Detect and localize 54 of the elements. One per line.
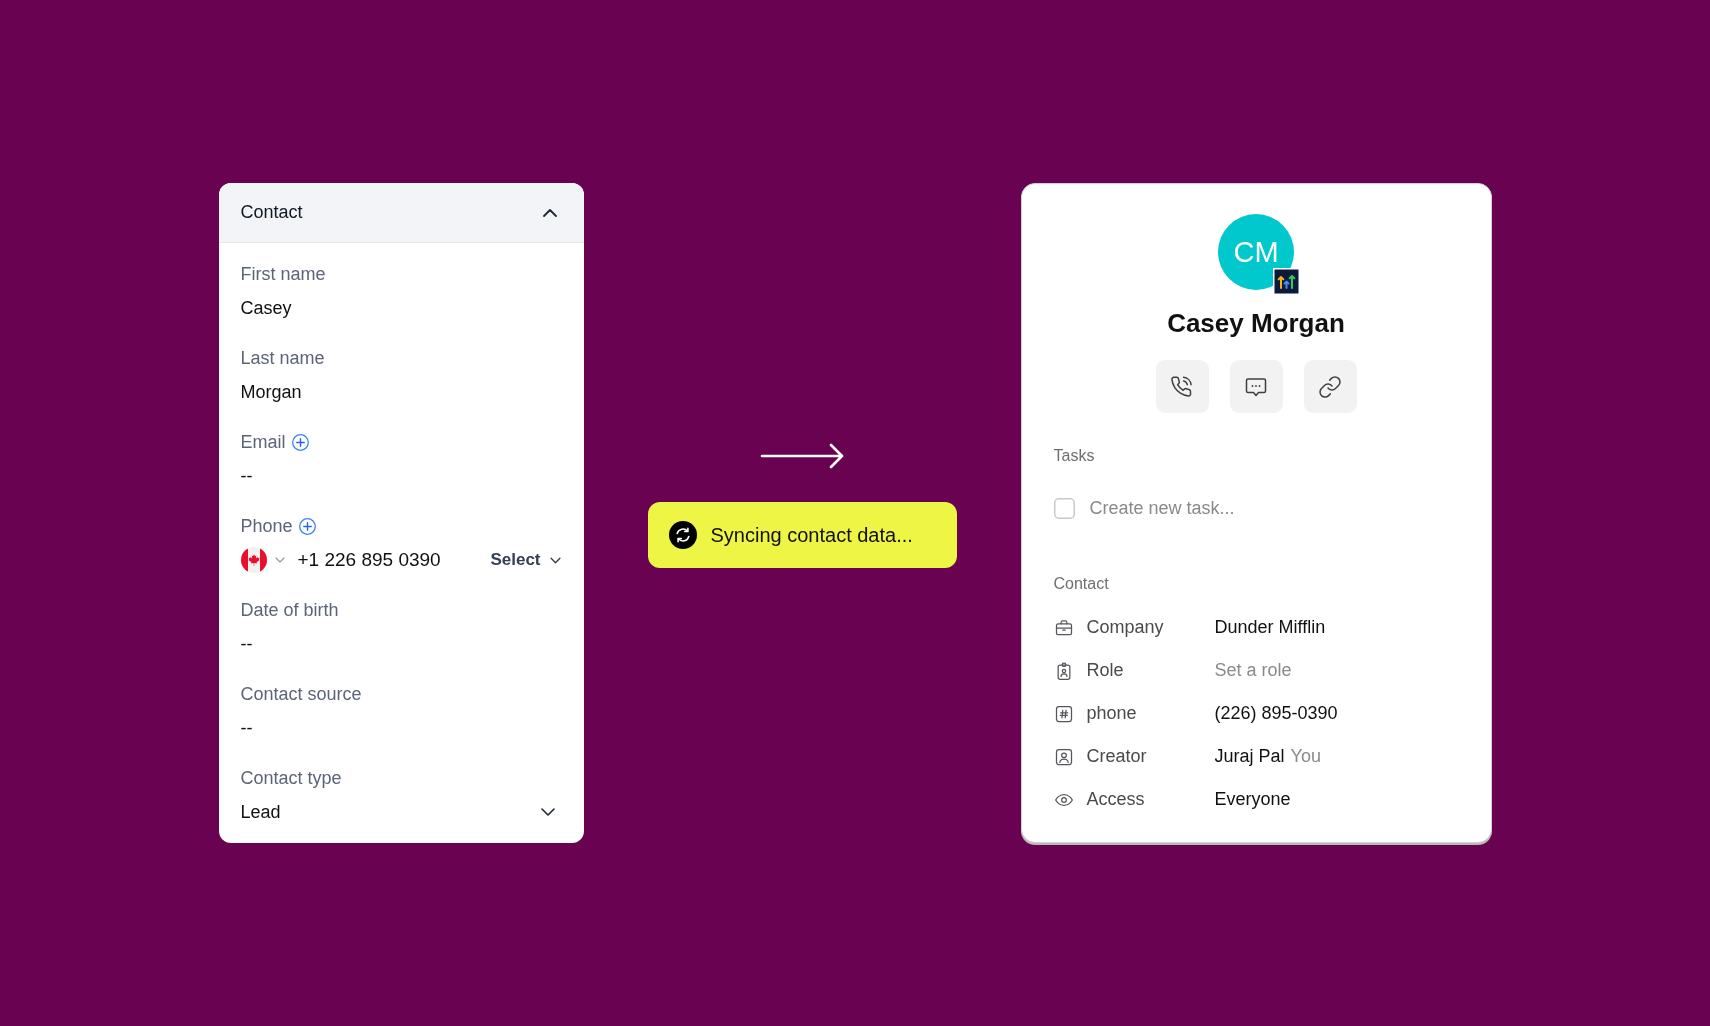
field-label: Contact source (240, 683, 362, 706)
arrows-logo-icon (1273, 268, 1300, 295)
link-icon (1318, 374, 1342, 399)
panel-header[interactable]: Contact (218, 183, 584, 243)
field-value: -- (240, 465, 253, 488)
country-select[interactable] (240, 547, 285, 573)
sync-icon (668, 521, 697, 549)
plus-circle-icon[interactable] (298, 517, 316, 535)
field-label: Date of birth (240, 599, 339, 622)
field-label: First name (240, 263, 326, 286)
detail-label: Company (1086, 617, 1165, 638)
phone-number: +1 226 895 0390 (297, 548, 441, 572)
detail-label: Role (1086, 660, 1125, 681)
arrow-right-icon (759, 442, 845, 470)
field-label: Phone (240, 515, 293, 538)
contact-type-select[interactable]: Lead (240, 800, 562, 824)
section-label: Contact (1053, 574, 1109, 594)
panel-title: Contact (240, 202, 303, 223)
flag-icon (240, 547, 267, 573)
person-icon (1053, 746, 1074, 767)
avatar: CM (1218, 214, 1294, 290)
plus-circle-icon[interactable] (291, 433, 309, 451)
section-label: Tasks (1053, 446, 1095, 466)
detail-label: Creator (1086, 746, 1148, 767)
field-label: Last name (240, 347, 325, 370)
briefcase-icon (1053, 617, 1074, 638)
hash-icon (1053, 703, 1074, 724)
detail-label: Access (1086, 789, 1146, 810)
chevron-up-icon[interactable] (542, 208, 557, 217)
type-select[interactable]: Select (490, 550, 562, 570)
chevron-down-icon (540, 808, 555, 816)
detail-value: (226) 895-0390 (1214, 703, 1338, 724)
field-value: Morgan (240, 381, 302, 404)
field-label: Email (240, 431, 286, 454)
chevron-down-icon (549, 556, 561, 564)
field-value: -- (240, 717, 253, 740)
field-value: -- (240, 633, 253, 656)
call-button[interactable] (1155, 360, 1209, 413)
field-label: Contact type (240, 767, 342, 790)
detail-label: phone (1086, 703, 1138, 724)
detail-value: Everyone (1214, 789, 1291, 810)
chevron-down-icon (274, 557, 285, 563)
checkbox[interactable] (1053, 497, 1075, 519)
phone-icon (1170, 374, 1194, 399)
detail-value: Dunder Mifflin (1214, 617, 1326, 638)
detail-input[interactable]: Set a role (1214, 660, 1375, 681)
field-value: Casey (240, 297, 292, 320)
toast-text: Syncing contact data... (710, 523, 913, 547)
contact-name: Casey Morgan (1167, 307, 1345, 339)
detail-note: You (1290, 746, 1321, 767)
message-button[interactable] (1229, 360, 1283, 413)
new-task-input[interactable]: Create new task... (1089, 497, 1390, 519)
detail-value: Juraj Pal (1214, 746, 1285, 767)
link-button[interactable] (1303, 360, 1357, 413)
